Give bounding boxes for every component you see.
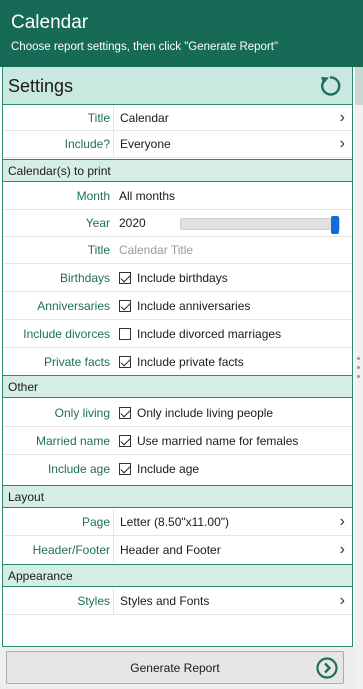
header-footer-row[interactable]: Header/Footer Header and Footer › [3, 536, 352, 563]
divorces-row[interactable]: Include divorces Include divorced marria… [3, 320, 352, 348]
private-facts-label: Private facts [43, 354, 110, 369]
birthdays-row[interactable]: Birthdays Include birthdays [3, 264, 352, 292]
calendar-title-label: Title [87, 243, 110, 257]
calendar-title-row[interactable]: Title Calendar Title [3, 237, 352, 264]
birthdays-label: Birthdays [59, 270, 110, 285]
generate-report-button[interactable]: Generate Report [6, 651, 344, 684]
chevron-right-icon: › [339, 513, 345, 530]
reset-icon[interactable] [318, 74, 342, 98]
arrow-right-circle-icon [316, 657, 338, 679]
chevron-right-icon: › [339, 135, 345, 152]
chevron-right-icon: › [339, 108, 345, 126]
checkbox-unchecked-icon[interactable] [119, 327, 131, 340]
footer-bar: Generate Report [0, 647, 355, 689]
checkbox-checked-icon[interactable] [119, 406, 131, 419]
year-value: 2020 [119, 216, 146, 230]
checkbox-checked-icon[interactable] [119, 463, 131, 475]
divorces-label: Include divorces [23, 326, 110, 341]
app-header: Calendar Choose report settings, then cl… [0, 0, 363, 67]
include-label: Include? [64, 137, 110, 151]
header-footer-value[interactable]: Header and Footer › [113, 536, 352, 563]
month-select[interactable]: All months [113, 183, 352, 209]
only-living-label: Only living [54, 405, 110, 420]
only-living-checkbox[interactable]: Only include living people [113, 399, 352, 426]
private-facts-row[interactable]: Private facts Include private facts [3, 348, 352, 375]
generate-report-label: Generate Report [130, 661, 220, 675]
title-label: Title [87, 110, 110, 125]
checkbox-checked-icon[interactable] [119, 299, 131, 312]
year-slider[interactable] [180, 216, 340, 234]
checkbox-checked-icon[interactable] [119, 434, 131, 447]
header-footer-label: Header/Footer [32, 542, 110, 557]
year-field[interactable]: 2020 [113, 210, 352, 236]
married-name-row[interactable]: Married name Use married name for female… [3, 427, 352, 455]
include-age-checkbox[interactable]: Include age [113, 455, 352, 483]
private-facts-checkbox[interactable]: Include private facts [113, 348, 352, 375]
year-row[interactable]: Year 2020 [3, 210, 352, 237]
married-name-label: Married name [35, 433, 110, 448]
settings-label: Settings [8, 76, 74, 96]
page-row[interactable]: Page Letter (8.50"x11.00") › [3, 509, 352, 536]
month-row[interactable]: Month All months [3, 183, 352, 210]
chevron-right-icon: › [339, 592, 345, 609]
report-instructions: Choose report settings, then click "Gene… [11, 41, 279, 53]
styles-row[interactable]: Styles Styles and Fonts › [3, 588, 352, 615]
page-value[interactable]: Letter (8.50"x11.00") › [113, 509, 352, 535]
section-layout: Layout [3, 485, 352, 508]
title-row[interactable]: Title Calendar › [3, 105, 352, 131]
chevron-right-icon: › [339, 540, 345, 558]
only-living-row[interactable]: Only living Only include living people [3, 399, 352, 427]
year-label: Year [85, 216, 110, 230]
styles-value[interactable]: Styles and Fonts › [113, 588, 352, 614]
include-age-label: Include age [47, 462, 110, 476]
resize-grip[interactable] [357, 357, 361, 384]
styles-label: Styles [77, 594, 110, 608]
include-row[interactable]: Include? Everyone › [3, 131, 352, 158]
divorces-checkbox[interactable]: Include divorced marriages [113, 320, 352, 347]
include-age-row[interactable]: Include age Include age [3, 455, 352, 483]
year-slider-thumb[interactable] [331, 216, 339, 234]
title-value[interactable]: Calendar › [113, 105, 352, 130]
married-name-checkbox[interactable]: Use married name for females [113, 427, 352, 454]
checkbox-checked-icon[interactable] [119, 355, 131, 368]
section-other: Other [3, 375, 352, 398]
month-label: Month [76, 189, 110, 203]
settings-panel: Settings Title Calendar › Include? Every… [2, 67, 353, 647]
section-appearance: Appearance [3, 564, 352, 587]
anniversaries-row[interactable]: Anniversaries Include anniversaries [3, 292, 352, 320]
anniversaries-label: Anniversaries [37, 298, 110, 313]
anniversaries-checkbox[interactable]: Include anniversaries [113, 292, 352, 319]
settings-header: Settings [3, 67, 352, 105]
checkbox-checked-icon[interactable] [119, 271, 131, 284]
calendar-title-input[interactable]: Calendar Title [113, 237, 352, 263]
include-value[interactable]: Everyone › [113, 131, 352, 157]
report-title: Calendar [11, 12, 89, 33]
side-strip [355, 67, 363, 689]
page-label: Page [81, 515, 110, 529]
birthdays-checkbox[interactable]: Include birthdays [113, 264, 352, 291]
section-calendars: Calendar(s) to print [3, 159, 352, 182]
